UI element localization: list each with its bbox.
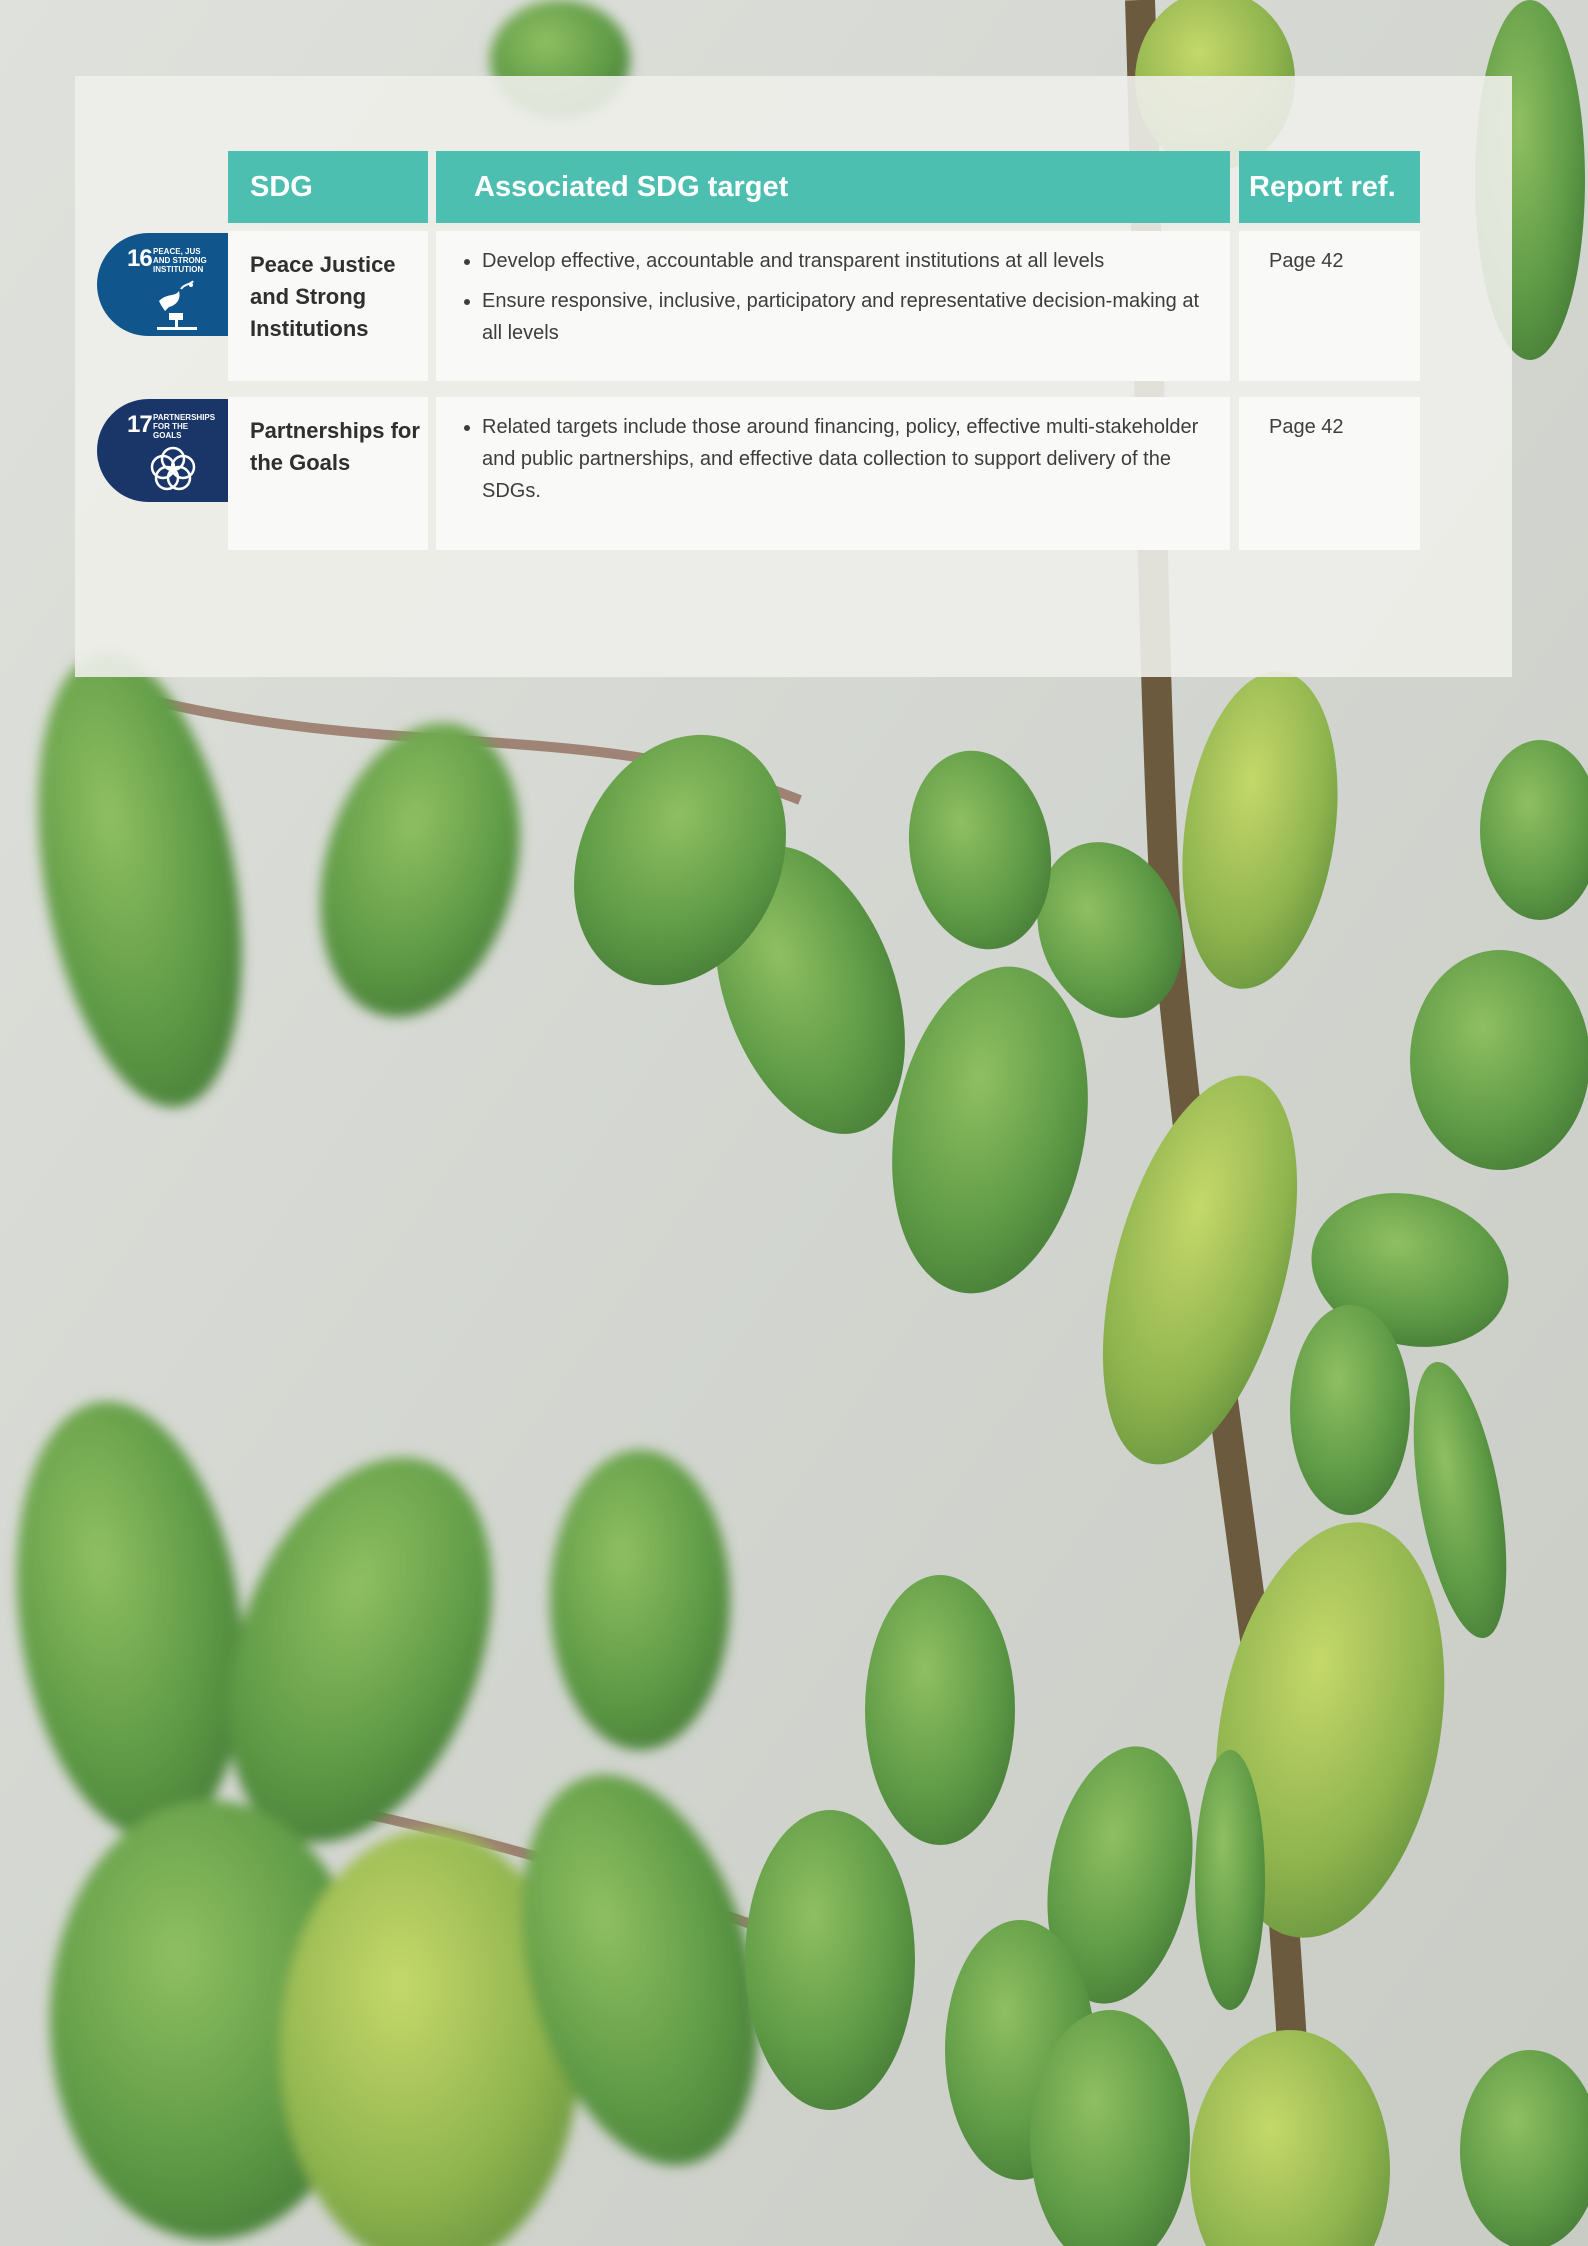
row-sdg-16-ref: Page 42 [1239, 231, 1420, 381]
header-target-label: Associated SDG target [474, 170, 789, 203]
target-item: Related targets include those around fin… [482, 411, 1220, 507]
row-sdg-16-name: Peace Justice and Strong Institutions [228, 231, 428, 381]
sdg-17-badge: 17 PARTNERSHIPS FOR THE GOALS [97, 399, 228, 502]
header-ref-label: Report ref. [1249, 170, 1396, 203]
target-list: Related targets include those around fin… [458, 411, 1220, 507]
target-list: Develop effective, accountable and trans… [458, 245, 1220, 349]
target-item: Develop effective, accountable and trans… [482, 245, 1220, 277]
header-sdg-label: SDG [250, 170, 313, 203]
row-sdg-17-targets: Related targets include those around fin… [436, 397, 1230, 550]
header-sdg: SDG [228, 151, 428, 223]
sdg-16-label: PEACE, JUS AND STRONG INSTITUTION [153, 247, 207, 274]
target-item: Ensure responsive, inclusive, participat… [482, 285, 1220, 349]
row-sdg-16-targets: Develop effective, accountable and trans… [436, 231, 1230, 381]
row-sdg-17-ref: Page 42 [1239, 397, 1420, 550]
row-sdg-17-name: Partnerships for the Goals [228, 397, 428, 550]
sdg-16-number: 16 [127, 245, 153, 272]
interlocking-rings-icon [150, 446, 196, 491]
header-ref: Report ref. [1239, 151, 1420, 223]
sdg-16-badge: 16 PEACE, JUS AND STRONG INSTITUTION [97, 233, 228, 336]
dove-gavel-icon [157, 280, 197, 330]
sdg-17-number: 17 [127, 411, 153, 438]
header-target: Associated SDG target [436, 151, 1230, 223]
sdg-17-label: PARTNERSHIPS FOR THE GOALS [153, 413, 216, 440]
